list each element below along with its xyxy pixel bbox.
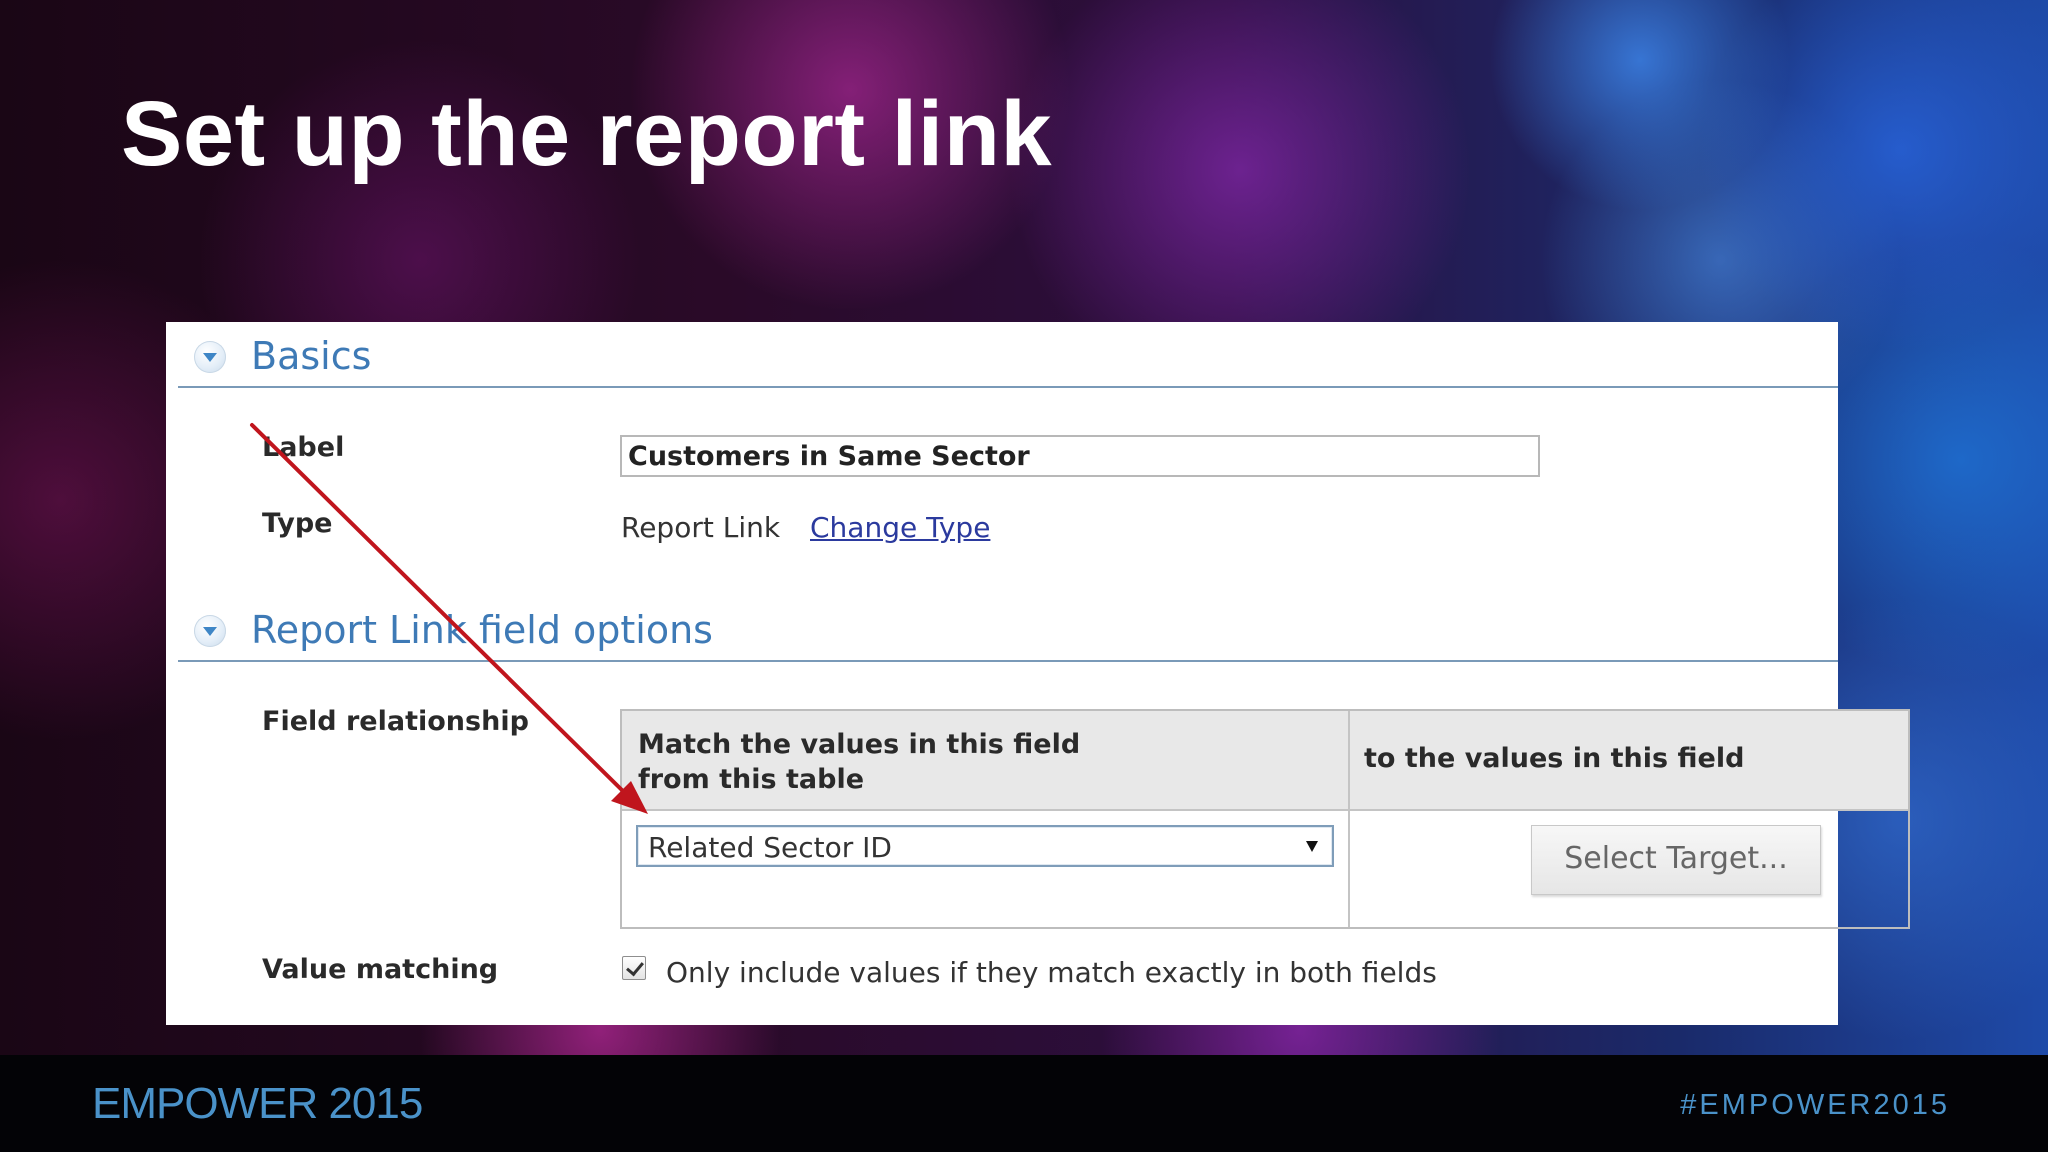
- section-options-title: Report Link field options: [251, 608, 713, 652]
- section-basics-header[interactable]: Basics: [178, 322, 1838, 388]
- collapse-icon[interactable]: [194, 615, 226, 647]
- source-field-selected-value: Related Sector ID: [648, 831, 892, 864]
- field-relationship-caption: Field relationship: [262, 706, 529, 737]
- select-target-button[interactable]: Select Target...: [1531, 825, 1821, 895]
- footer-bar: EMPOWER 2015 #EMPOWER2015: [0, 1055, 2048, 1152]
- footer-hashtag: #EMPOWER2015: [1680, 1089, 1950, 1121]
- type-caption: Type: [262, 508, 333, 539]
- section-options-header[interactable]: Report Link field options: [178, 596, 1838, 662]
- label-input[interactable]: [620, 435, 1540, 477]
- exact-match-checkbox[interactable]: [622, 956, 646, 980]
- report-link-settings-panel: Basics Label Type Report Link Change Typ…: [166, 322, 1910, 1025]
- footer-brand-logo: EMPOWER 2015: [92, 1079, 423, 1128]
- value-matching-caption: Value matching: [262, 954, 499, 985]
- checkmark-icon: [626, 957, 644, 977]
- label-caption: Label: [262, 432, 345, 463]
- source-field-header: Match the values in this field from this…: [638, 729, 1081, 795]
- dropdown-arrow-icon: [1306, 841, 1318, 852]
- field-relationship-table: Match the values in this field from this…: [620, 709, 1910, 929]
- target-field-header: to the values in this field: [1364, 743, 1745, 774]
- section-basics-title: Basics: [251, 334, 372, 378]
- type-value: Report Link: [621, 511, 781, 544]
- change-type-link[interactable]: Change Type: [810, 511, 990, 544]
- slide-title: Set up the report link: [121, 83, 1053, 185]
- table-column-divider: [1348, 711, 1350, 927]
- collapse-icon[interactable]: [194, 341, 226, 373]
- exact-match-label: Only include values if they match exactl…: [666, 956, 1437, 989]
- source-field-select[interactable]: Related Sector ID: [636, 825, 1334, 867]
- field-relationship-table-header: Match the values in this field from this…: [622, 711, 1908, 811]
